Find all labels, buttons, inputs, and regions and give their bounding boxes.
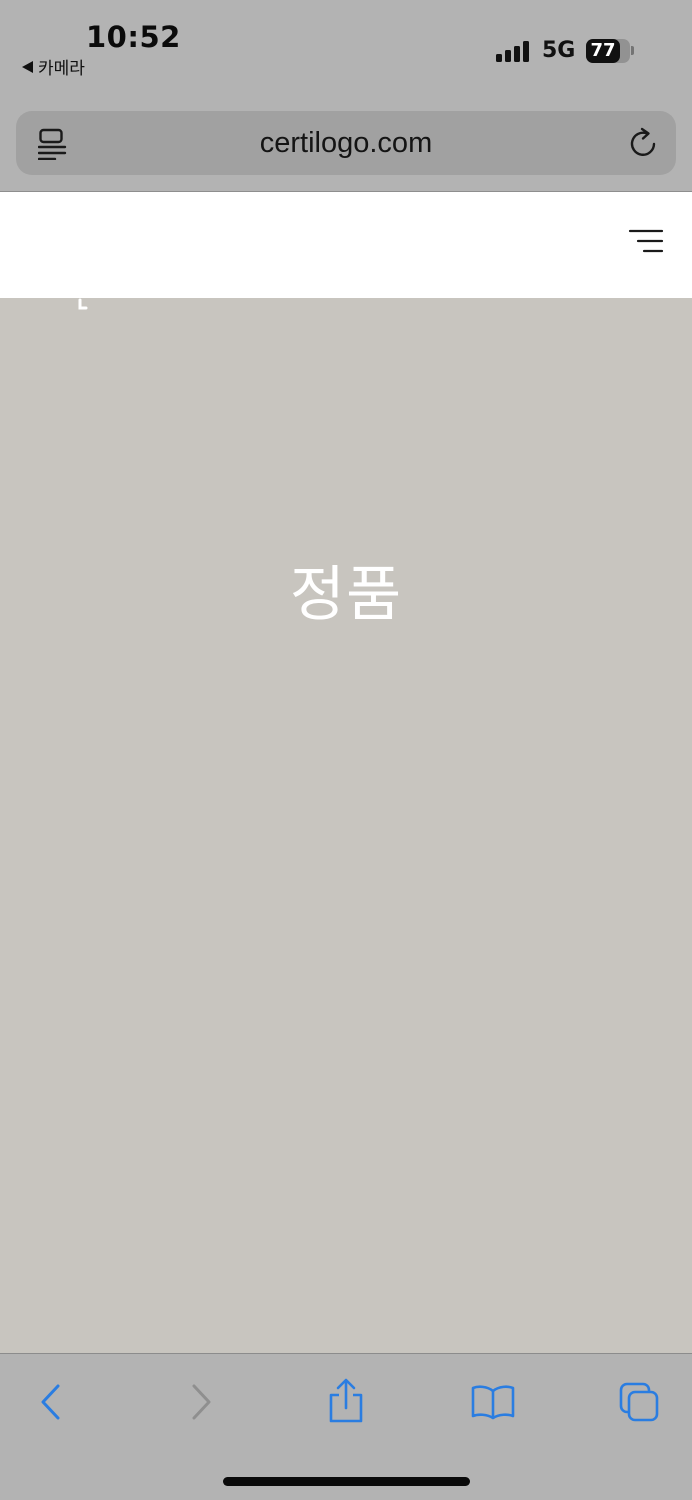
url-text[interactable]: certilogo.com xyxy=(16,111,676,175)
forward-chevron-icon[interactable] xyxy=(188,1383,214,1421)
menu-icon[interactable] xyxy=(628,228,666,256)
site-header xyxy=(0,192,692,298)
cellular-signal-icon xyxy=(496,40,532,62)
status-bar: 10:52 카메라 5G 77 xyxy=(0,0,692,96)
tabs-icon[interactable] xyxy=(618,1381,660,1423)
back-triangle-icon xyxy=(22,60,33,73)
share-icon[interactable] xyxy=(327,1378,365,1424)
scan-frame-icon xyxy=(37,288,88,310)
back-to-app-button[interactable]: 카메라 xyxy=(22,54,85,79)
hero-section xyxy=(0,298,692,1353)
back-chevron-icon[interactable] xyxy=(38,1383,64,1421)
reload-icon[interactable] xyxy=(628,127,660,159)
address-bar[interactable]: certilogo.com xyxy=(16,111,676,175)
battery-level: 77 xyxy=(590,40,616,61)
back-app-label: 카메라 xyxy=(38,59,85,79)
network-type: 5G xyxy=(542,38,576,63)
status-time: 10:52 xyxy=(86,20,181,54)
battery-nub xyxy=(631,46,634,55)
bookmarks-book-icon[interactable] xyxy=(470,1383,516,1421)
battery-icon: 77 xyxy=(586,39,630,63)
hero-title: 정품 xyxy=(289,560,403,630)
home-indicator[interactable] xyxy=(223,1477,470,1486)
